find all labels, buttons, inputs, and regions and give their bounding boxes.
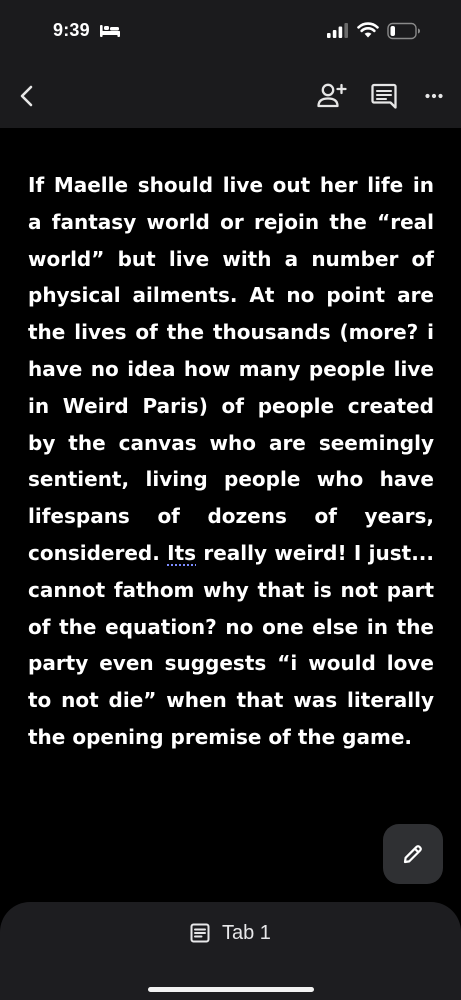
- more-options-icon[interactable]: [419, 84, 449, 108]
- pencil-icon: [403, 845, 422, 864]
- wifi-icon: [357, 22, 379, 38]
- spellcheck-flagged-word[interactable]: Its: [167, 541, 196, 565]
- signal-icon: [327, 23, 348, 38]
- back-chevron-icon[interactable]: [12, 80, 42, 112]
- bed-icon: [100, 25, 120, 37]
- tabs-bar: Tab 1: [0, 902, 461, 1000]
- tab-label: Tab 1: [222, 921, 271, 944]
- document-text-part-1: If Maelle should live out her life in a …: [28, 173, 434, 565]
- home-indicator[interactable]: [148, 987, 314, 992]
- app-toolbar: [0, 62, 461, 128]
- comment-icon[interactable]: [369, 81, 399, 111]
- document-icon: [190, 923, 210, 943]
- edit-button[interactable]: [383, 824, 443, 884]
- tab-1[interactable]: Tab 1: [188, 920, 271, 946]
- status-bar: 9:39: [0, 0, 461, 62]
- battery-icon: [387, 22, 420, 40]
- add-person-icon[interactable]: [316, 81, 348, 111]
- document-body[interactable]: If Maelle should live out her life in a …: [28, 167, 434, 756]
- document-text-part-2: really weird! I just... cannot fathom wh…: [28, 540, 434, 749]
- status-time: 9:39: [53, 20, 90, 40]
